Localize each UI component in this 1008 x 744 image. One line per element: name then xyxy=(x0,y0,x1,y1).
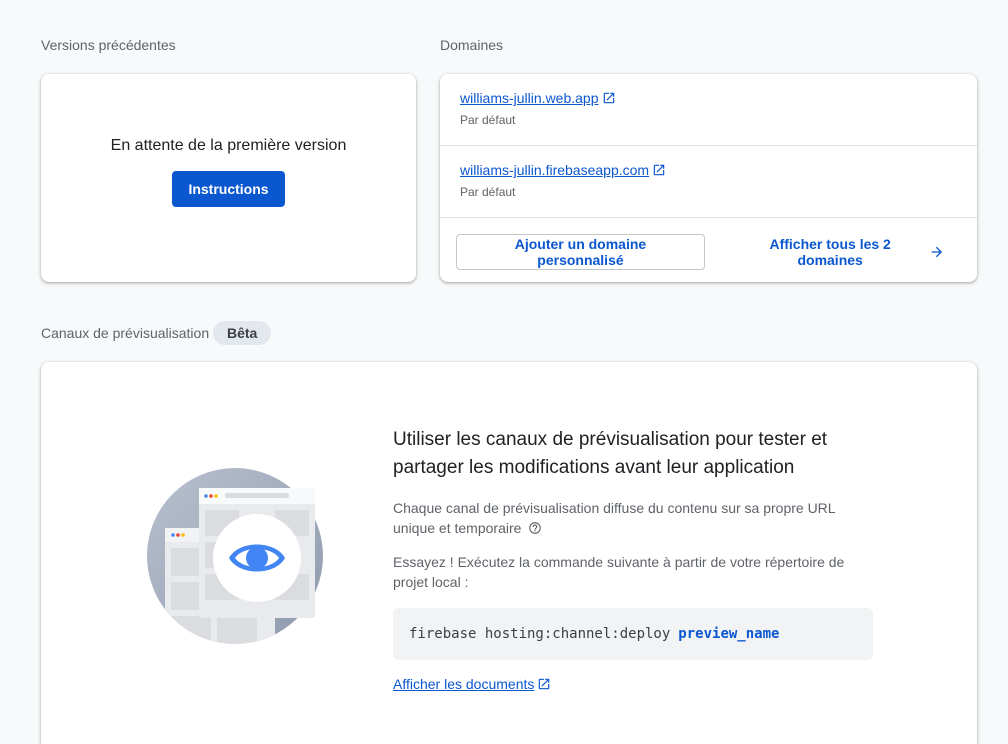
open-in-new-icon xyxy=(603,92,614,104)
domain-url: williams-jullin.firebaseapp.com xyxy=(460,162,650,178)
view-docs-link[interactable]: Afficher les documents xyxy=(393,676,551,692)
preview-illustration xyxy=(147,468,323,644)
help-circle-icon[interactable] xyxy=(528,521,542,535)
preview-section-label: Canaux de prévisualisation xyxy=(41,325,210,341)
domain-link[interactable]: williams-jullin.web.app xyxy=(460,90,616,106)
versions-card: En attente de la première version Instru… xyxy=(41,74,416,282)
domain-link[interactable]: williams-jullin.firebaseapp.com xyxy=(460,162,666,178)
domains-card: williams-jullin.web.app Par défaut willi… xyxy=(440,74,977,282)
waiting-version-text: En attente de la première version xyxy=(110,137,347,154)
domain-actions: Ajouter un domaine personnalisé Afficher… xyxy=(440,218,977,270)
view-all-domains-button[interactable]: Afficher tous les 2 domaines xyxy=(721,234,961,270)
domain-row: williams-jullin.firebaseapp.com Par défa… xyxy=(440,146,977,218)
preview-description: Chaque canal de prévisualisation diffuse… xyxy=(393,498,873,538)
open-in-new-icon xyxy=(539,678,550,690)
versions-section-label: Versions précédentes xyxy=(41,37,176,53)
domain-default-label: Par défaut xyxy=(460,185,516,199)
domain-default-label: Par défaut xyxy=(460,113,516,127)
preview-try-text: Essayez ! Exécutez la commande suivante … xyxy=(393,554,845,590)
preview-content: Utiliser les canaux de prévisualisation … xyxy=(393,426,873,694)
beta-badge: Bêta xyxy=(213,321,272,345)
domains-section-label: Domaines xyxy=(440,37,504,53)
arrow-forward-icon xyxy=(931,246,943,258)
command-code-block[interactable]: firebase hosting:channel:deploy preview_… xyxy=(393,608,873,660)
preview-title: Utiliser les canaux de prévisualisation … xyxy=(393,429,828,478)
preview-channels-card: Utiliser les canaux de prévisualisation … xyxy=(41,362,977,744)
domain-row: williams-jullin.web.app Par défaut xyxy=(440,74,977,146)
view-docs-label: Afficher les documents xyxy=(393,676,535,692)
domain-url: williams-jullin.web.app xyxy=(460,90,599,106)
add-custom-domain-button[interactable]: Ajouter un domaine personnalisé xyxy=(456,234,705,270)
view-all-domains-label: Afficher tous les 2 domaines xyxy=(769,236,891,268)
command-text: firebase hosting:channel:deploy xyxy=(409,626,671,642)
command-argument: preview_name xyxy=(678,626,780,642)
preview-description-text: Chaque canal de prévisualisation diffuse… xyxy=(393,500,836,536)
open-in-new-icon xyxy=(653,164,665,176)
instructions-button[interactable]: Instructions xyxy=(172,171,285,207)
hosting-dashboard: Versions précédentes En attente de la pr… xyxy=(0,0,1008,744)
